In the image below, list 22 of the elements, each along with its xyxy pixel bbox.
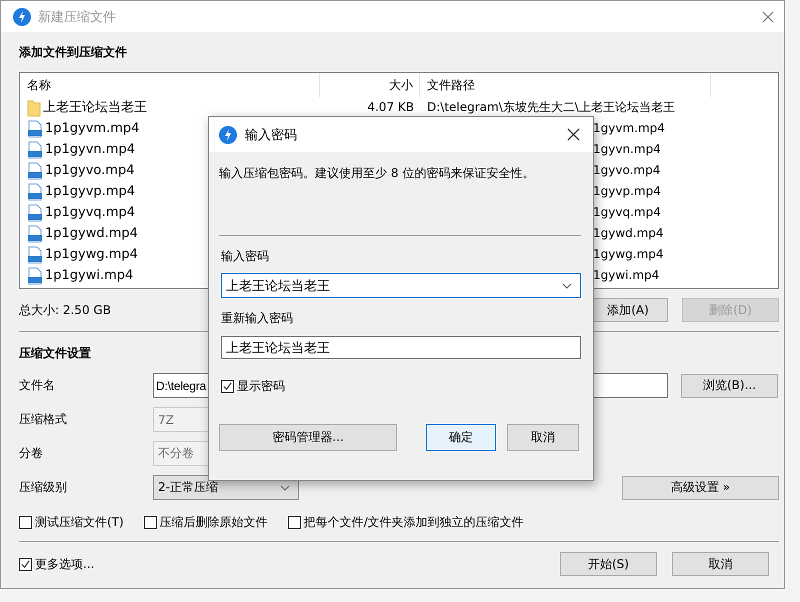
file-path: 1gyvq.mp4 [593,205,661,219]
file-path: 1gywd.mp4 [593,226,664,240]
file-path: 1gyvo.mp4 [593,163,660,177]
field-label: 文件名 [19,377,56,394]
dialog-title: 输入密码 [245,126,297,144]
field-label: 重新输入密码 [220,310,294,327]
section-heading: 添加文件到压缩文件 [19,44,127,61]
description: 输入压缩包密码。建议使用至少 8 位的密码来保证安全性。 [219,165,536,182]
file-path: 1gywg.mp4 [593,247,664,261]
field-label: 压缩级别 [19,479,68,496]
file-size: 4.07 KB [367,100,414,114]
file-path: 1gywi.mp4 [593,268,660,282]
file-path: 1gyvp.mp4 [593,184,661,198]
field-label: 分卷 [19,445,44,462]
total-size: 总大小: 2.50 GB [19,302,111,318]
file-path: 1gyvm.mp4 [593,121,665,135]
section-heading: 压缩文件设置 [19,345,91,362]
file-path: D:\telegram\东坡先生大二\上老王论坛当老王 [427,100,675,114]
file-path: 1gyvn.mp4 [593,142,661,156]
window-title: 新建压缩文件 [38,8,116,26]
field-label: 压缩格式 [19,411,68,428]
field-label: 输入密码 [220,248,270,265]
